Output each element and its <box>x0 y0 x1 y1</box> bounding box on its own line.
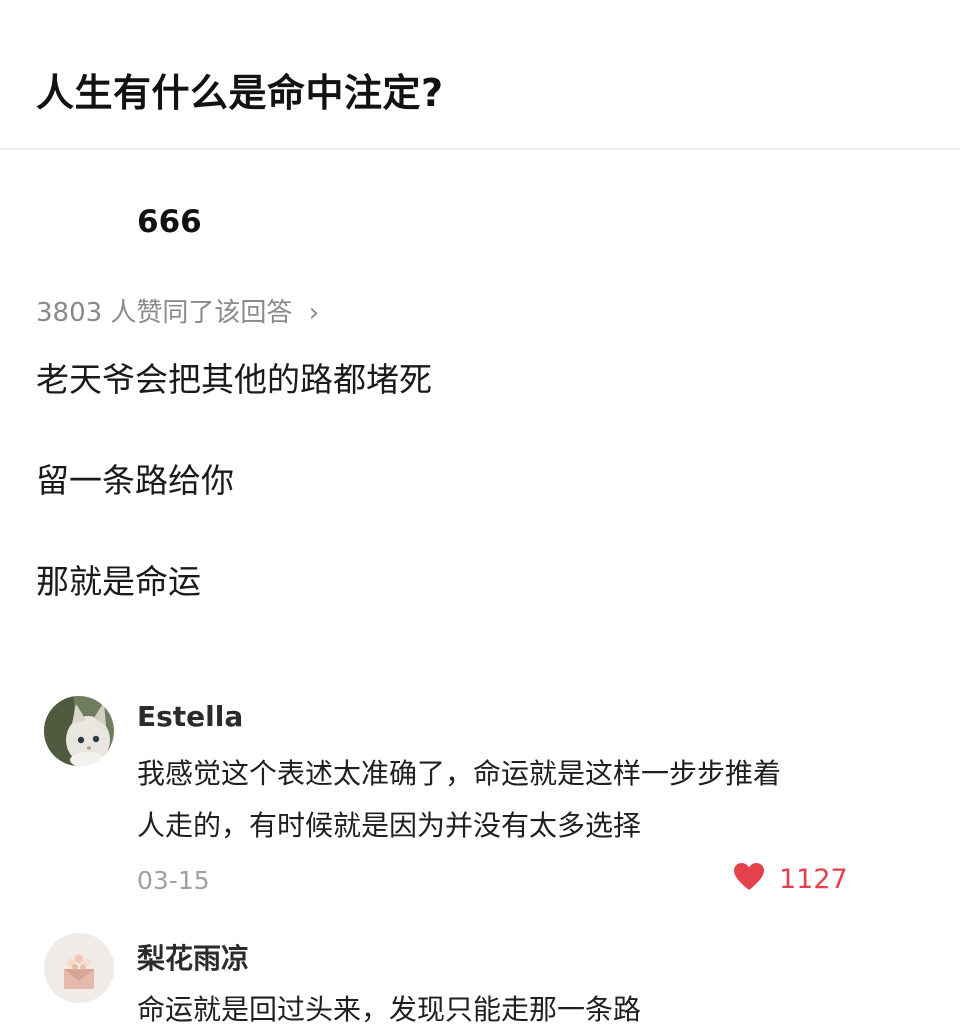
endorsement-text: 3803 人赞同了该回答 <box>36 298 293 328</box>
header-divider <box>0 148 960 150</box>
answer-line-1: 老天爷会把其他的路都堵死 <box>36 360 432 399</box>
endorsement-link[interactable]: 3803 人赞同了该回答 › <box>36 292 319 329</box>
comment-text-line-1: 我感觉这个表述太准确了，命运就是这样一步步推着 <box>137 757 782 790</box>
answer-author-name[interactable]: 666 <box>137 204 202 240</box>
comment-text-line-2: 人走的，有时候就是因为并没有太多选择 <box>137 809 642 842</box>
flower-envelope-avatar[interactable] <box>44 933 114 1003</box>
cat-avatar[interactable] <box>44 696 114 766</box>
heart-icon <box>733 862 765 896</box>
answer-line-3: 那就是命运 <box>36 562 201 601</box>
question-title[interactable]: 人生有什么是命中注定? <box>36 62 444 117</box>
like-button[interactable]: 1127 <box>733 862 848 896</box>
comment-author-name[interactable]: Estella <box>137 700 243 733</box>
answer-line-2: 留一条路给你 <box>36 461 234 500</box>
like-count: 1127 <box>779 863 848 895</box>
comment-text-line-1: 命运就是回过头来，发现只能走那一条路 <box>137 993 642 1026</box>
comment-date: 03-15 <box>137 866 210 895</box>
chevron-right-icon: › <box>308 298 320 328</box>
question-header: 人生有什么是命中注定? <box>0 0 960 148</box>
comment-author-name[interactable]: 梨花雨凉 <box>137 937 249 977</box>
